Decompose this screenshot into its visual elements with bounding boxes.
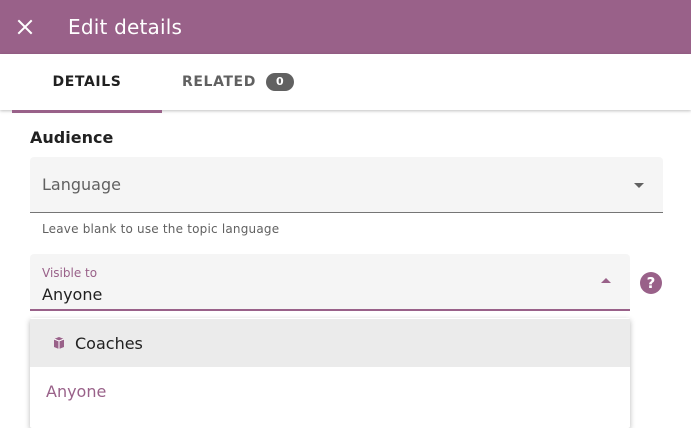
close-icon — [17, 19, 33, 35]
visible-to-select[interactable]: Visible to Anyone — [30, 254, 630, 311]
help-button[interactable]: ? — [640, 272, 662, 294]
active-tab-indicator — [12, 110, 162, 113]
menu-item-anyone-label: Anyone — [46, 381, 107, 401]
app-bar: Edit details — [0, 0, 691, 54]
language-placeholder: Language — [42, 175, 121, 194]
visible-to-menu: Coaches Anyone — [30, 318, 630, 428]
language-select[interactable]: Language — [30, 157, 663, 213]
menu-item-anyone[interactable]: Anyone — [30, 367, 630, 415]
visible-to-value: Anyone — [42, 285, 103, 304]
related-count-badge: 0 — [265, 73, 295, 91]
close-button[interactable] — [12, 14, 38, 40]
menu-item-coaches-label: Coaches — [75, 333, 143, 353]
dropdown-arrow-up-icon — [601, 278, 611, 283]
help-icon: ? — [646, 274, 656, 292]
tab-details-label: DETAILS — [52, 74, 122, 90]
tab-related[interactable]: RELATED 0 — [182, 54, 295, 110]
tab-related-label: RELATED — [182, 74, 256, 90]
page-title: Edit details — [68, 15, 183, 39]
tab-details[interactable]: DETAILS — [12, 54, 162, 110]
tab-bar: DETAILS RELATED 0 — [0, 54, 691, 110]
menu-item-coaches[interactable]: Coaches — [30, 319, 630, 367]
visible-to-label: Visible to — [42, 266, 98, 280]
coach-icon — [52, 336, 66, 350]
language-hint: Leave blank to use the topic language — [42, 222, 280, 236]
audience-heading: Audience — [30, 128, 114, 147]
dropdown-arrow-icon — [634, 183, 644, 188]
